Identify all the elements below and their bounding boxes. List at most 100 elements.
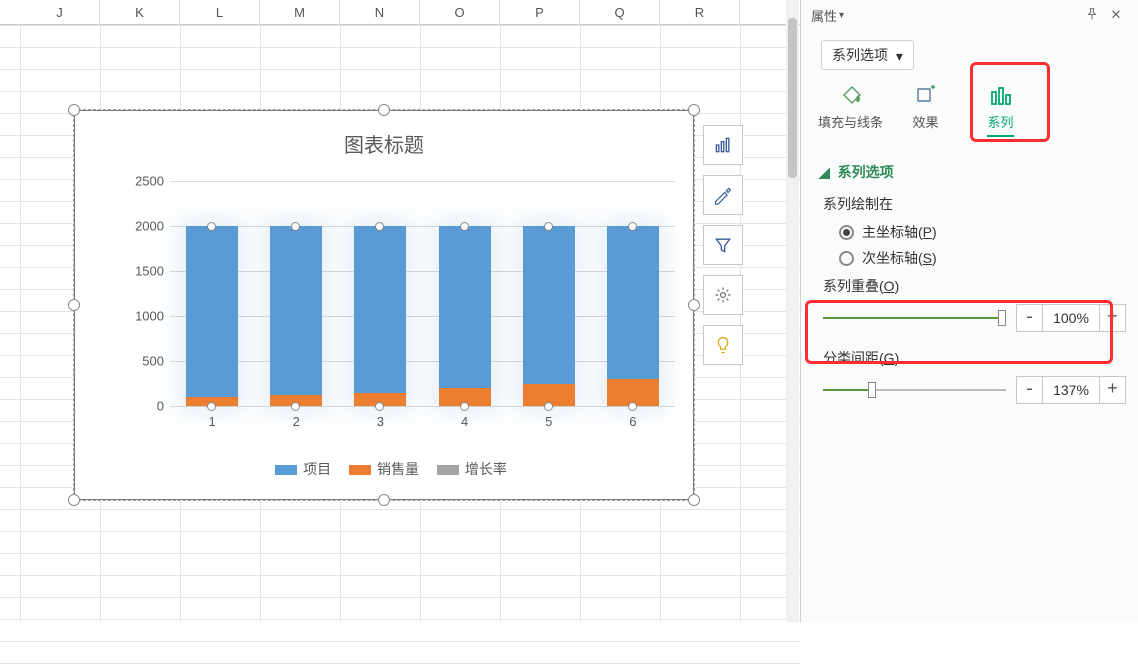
series-point-handle[interactable]: [291, 402, 300, 411]
chart-tips-button[interactable]: [703, 325, 743, 365]
series-point-handle[interactable]: [544, 222, 553, 231]
section-title-text: 系列选项: [838, 164, 894, 180]
column-header[interactable]: R: [660, 0, 740, 25]
x-axis-label: 3: [377, 414, 384, 429]
dropdown-label: 系列选项: [832, 47, 888, 63]
tab-label: 填充与线条: [818, 115, 883, 130]
bar-project[interactable]: [523, 226, 575, 406]
tab-label: 效果: [912, 115, 938, 130]
label-gap-width: 分类间距(G): [823, 348, 1126, 368]
column-header-row: JKLMNOPQR: [0, 0, 800, 25]
series-point-handle[interactable]: [460, 402, 469, 411]
chart-settings-button[interactable]: [703, 275, 743, 315]
y-axis-tick: 1000: [135, 309, 164, 324]
gap-value[interactable]: 137%: [1043, 377, 1099, 403]
tab-fill-line[interactable]: 填充与线条: [813, 80, 888, 139]
series-point-handle[interactable]: [628, 402, 637, 411]
label-plot-axis-on: 系列绘制在: [823, 194, 1126, 214]
column-header[interactable]: O: [420, 0, 500, 25]
close-icon[interactable]: ✕: [1104, 7, 1128, 23]
panel-title: 属性: [811, 6, 837, 25]
pin-icon[interactable]: [1080, 7, 1104, 24]
spreadsheet-grid[interactable]: JKLMNOPQR 图表标题 0500100015002000250012345…: [0, 0, 800, 622]
decrement-button[interactable]: -: [1017, 377, 1043, 403]
x-axis-label: 2: [293, 414, 300, 429]
series-options-dropdown[interactable]: 系列选项 ▾: [821, 40, 914, 70]
radio-label: 主坐标轴(P): [862, 222, 937, 242]
y-axis-tick: 1500: [135, 264, 164, 279]
overlap-stepper: - 100% +: [1016, 304, 1126, 332]
chart-styles-button[interactable]: [703, 175, 743, 215]
legend-swatch-sales: [349, 465, 371, 475]
chevron-down-icon: ▾: [896, 48, 903, 65]
triangle-expand-icon: ◢: [819, 164, 830, 181]
tab-series[interactable]: 系列: [963, 80, 1038, 139]
series-point-handle[interactable]: [207, 402, 216, 411]
paint-bucket-icon: [813, 82, 888, 108]
legend-label: 增长率: [465, 461, 507, 477]
gap-slider[interactable]: [823, 380, 1006, 400]
legend-label: 项目: [303, 461, 331, 477]
series-point-handle[interactable]: [544, 402, 553, 411]
series-options-section: ◢ 系列选项 系列绘制在 主坐标轴(P) 次坐标轴(S) 系列重叠(O) - 1…: [819, 162, 1126, 420]
x-axis-label: 1: [208, 414, 215, 429]
tab-effects[interactable]: 效果: [888, 80, 963, 139]
column-header[interactable]: K: [100, 0, 180, 25]
resize-handle-tl[interactable]: [68, 104, 80, 116]
increment-button[interactable]: +: [1099, 305, 1125, 331]
chevron-down-icon[interactable]: ▾: [839, 10, 844, 21]
series-point-handle[interactable]: [375, 402, 384, 411]
vertical-scrollbar[interactable]: [786, 0, 799, 622]
bar-project[interactable]: [186, 226, 238, 406]
column-header[interactable]: J: [20, 0, 100, 25]
chart-object[interactable]: 图表标题 05001000150020002500123456 项目 销售量 增…: [74, 110, 694, 500]
radio-primary-axis[interactable]: 主坐标轴(P): [839, 222, 1126, 242]
column-header[interactable]: P: [500, 0, 580, 25]
tab-label: 系列: [987, 112, 1013, 137]
radio-label: 次坐标轴(S): [862, 248, 937, 268]
column-header[interactable]: Q: [580, 0, 660, 25]
effects-icon: [888, 82, 963, 108]
y-axis-tick: 0: [157, 399, 164, 414]
column-header[interactable]: M: [260, 0, 340, 25]
radio-icon: [839, 251, 854, 266]
legend-swatch-project: [275, 465, 297, 475]
bar-project[interactable]: [354, 226, 406, 406]
radio-secondary-axis[interactable]: 次坐标轴(S): [839, 248, 1126, 268]
chart-elements-button[interactable]: [703, 125, 743, 165]
chart-side-toolbar: [703, 125, 743, 375]
scrollbar-thumb[interactable]: [788, 18, 797, 178]
decrement-button[interactable]: -: [1017, 305, 1043, 331]
x-axis-label: 6: [629, 414, 636, 429]
resize-handle-br[interactable]: [688, 494, 700, 506]
gap-stepper: - 137% +: [1016, 376, 1126, 404]
y-axis-tick: 2500: [135, 174, 164, 189]
series-point-handle[interactable]: [460, 222, 469, 231]
bar-project[interactable]: [439, 226, 491, 406]
x-axis-label: 5: [545, 414, 552, 429]
resize-handle-ml[interactable]: [68, 299, 80, 311]
overlap-value[interactable]: 100%: [1043, 305, 1099, 331]
resize-handle-bl[interactable]: [68, 494, 80, 506]
bar-project[interactable]: [270, 226, 322, 406]
overlap-slider[interactable]: [823, 308, 1006, 328]
panel-header: 属性▾ ✕: [801, 0, 1138, 30]
column-header[interactable]: L: [180, 0, 260, 25]
chart-legend[interactable]: 项目 销售量 增长率: [75, 459, 693, 479]
chart-plot-area[interactable]: 05001000150020002500123456: [170, 181, 675, 406]
resize-handle-tm[interactable]: [378, 104, 390, 116]
column-header[interactable]: N: [340, 0, 420, 25]
label-series-overlap: 系列重叠(O): [823, 276, 1126, 296]
series-overlap-control: - 100% +: [823, 304, 1126, 332]
resize-handle-mr[interactable]: [688, 299, 700, 311]
series-point-handle[interactable]: [628, 222, 637, 231]
resize-handle-tr[interactable]: [688, 104, 700, 116]
series-point-handle[interactable]: [207, 222, 216, 231]
section-title[interactable]: ◢ 系列选项: [819, 162, 1126, 182]
properties-panel: 属性▾ ✕ 系列选项 ▾ 填充与线条 效果 系列: [800, 0, 1138, 622]
increment-button[interactable]: +: [1099, 377, 1125, 403]
resize-handle-bm[interactable]: [378, 494, 390, 506]
x-axis-label: 4: [461, 414, 468, 429]
chart-filter-button[interactable]: [703, 225, 743, 265]
chart-title[interactable]: 图表标题: [75, 129, 693, 158]
